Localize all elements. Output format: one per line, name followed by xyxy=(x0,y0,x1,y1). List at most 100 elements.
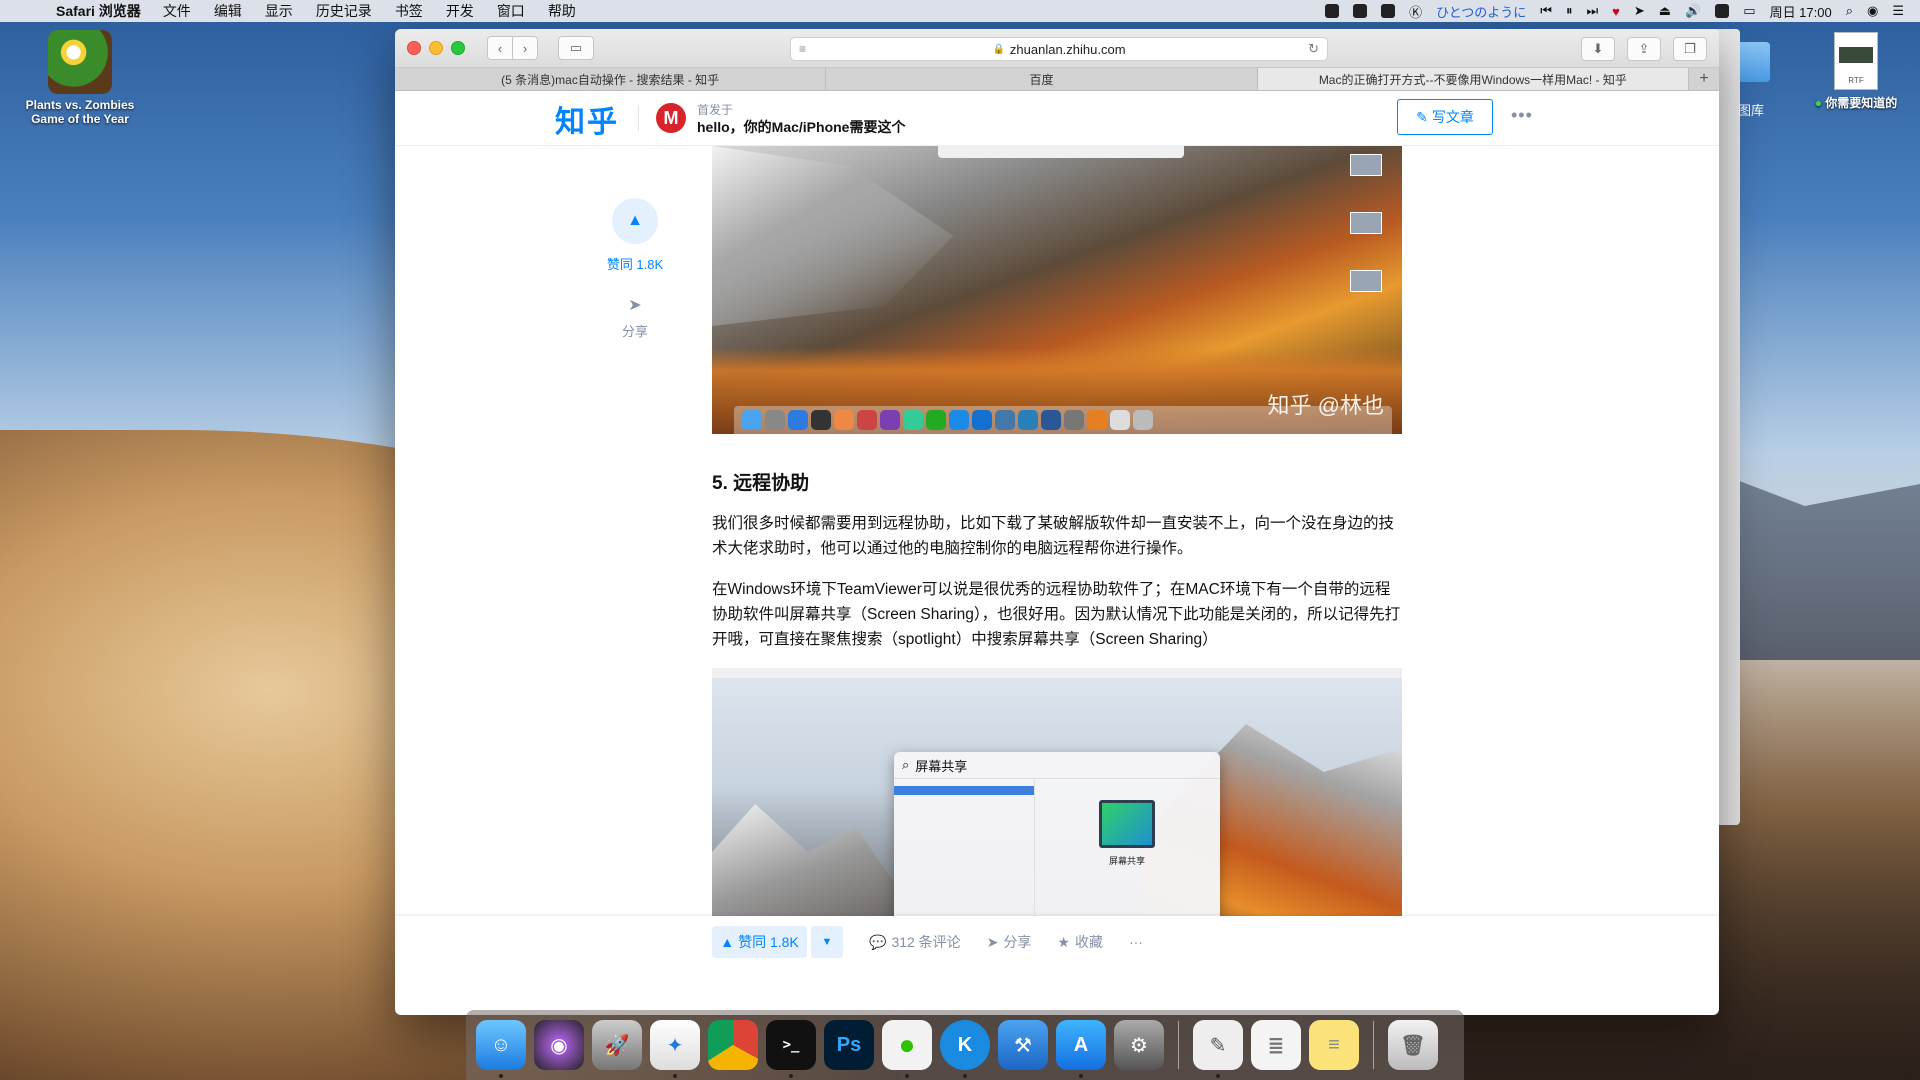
more-actions-button[interactable]: ··· xyxy=(1129,934,1143,950)
desktop-icon-pvz[interactable]: Plants vs. Zombies Game of the Year xyxy=(14,30,146,126)
pvz-label-line1: Plants vs. Zombies xyxy=(25,98,135,112)
spotlight-app-name: 屏幕共享 xyxy=(1108,856,1145,866)
share-icon: ➤ xyxy=(628,297,642,314)
sidebar-toggle-button[interactable]: ▭ xyxy=(558,36,594,60)
xcode-icon[interactable]: ⚒ xyxy=(998,1020,1048,1070)
heart-icon[interactable]: ♥ xyxy=(1612,4,1620,19)
app-store-icon[interactable]: A xyxy=(1056,1020,1106,1078)
notes-icon[interactable]: ≡ xyxy=(1309,1020,1359,1070)
reader-view-icon[interactable]: ≡ xyxy=(799,42,806,56)
siri-icon[interactable]: ◉ xyxy=(1867,3,1878,19)
safari-dock-icon[interactable]: ✦ xyxy=(650,1020,700,1078)
window-controls xyxy=(407,41,465,55)
k-app-icon[interactable]: K xyxy=(940,1020,990,1078)
tab-overview-button[interactable]: ❐ xyxy=(1673,37,1707,61)
siri-dock-icon[interactable]: ◉ xyxy=(534,1020,584,1070)
image-mini-dialog xyxy=(938,146,1184,158)
vote-up-button[interactable]: ▲ 赞同 1.8K xyxy=(712,926,807,958)
menu-bookmarks[interactable]: 书签 xyxy=(395,1,423,21)
menu-history[interactable]: 历史记录 xyxy=(316,1,372,21)
preview-icon[interactable]: ✎ xyxy=(1193,1020,1243,1078)
article-image-desktop[interactable]: 知乎 @林也 xyxy=(712,146,1402,434)
textedit-icon[interactable]: ≣ xyxy=(1251,1020,1301,1070)
notification-center-icon[interactable]: ☰ xyxy=(1892,3,1904,19)
dock-separator xyxy=(1178,1021,1179,1069)
next-track-icon[interactable]: ⏭ xyxy=(1586,3,1598,19)
wechat-icon[interactable]: ● xyxy=(882,1020,932,1078)
photoshop-icon[interactable]: Ps xyxy=(824,1020,874,1070)
chrome-icon[interactable] xyxy=(708,1020,758,1070)
eject-icon[interactable]: ⏏ xyxy=(1659,3,1671,19)
column-name[interactable]: hello，你的Mac/iPhone需要这个 xyxy=(697,117,905,137)
rtf-document-icon: RTF xyxy=(1834,32,1878,90)
forward-button[interactable]: › xyxy=(513,36,538,60)
menu-window[interactable]: 窗口 xyxy=(497,1,525,21)
spotlight-search-icon[interactable]: ⌕ xyxy=(1846,3,1853,19)
tray-k-icon[interactable]: Ⓚ xyxy=(1409,2,1422,21)
new-tab-button[interactable]: + xyxy=(1689,68,1719,90)
image-screenshot-thumbs xyxy=(1344,154,1388,328)
back-button[interactable]: ‹ xyxy=(487,36,513,60)
battery-icon[interactable]: ▭ xyxy=(1743,3,1755,19)
menu-tray: Ⓚ ひとつのように ⏮ ⏸ ⏭ ♥ ➤ ⏏ 🔊 ▭ 周日 17:00 ⌕ ◉ ☰ xyxy=(1325,2,1904,21)
image-watermark: 知乎 @林也 xyxy=(1267,393,1384,418)
url-text: zhuanlan.zhihu.com xyxy=(1009,41,1126,57)
comments-button[interactable]: 💬 312 条评论 xyxy=(869,932,961,952)
paragraph-2: 在Windows环境下TeamViewer可以说是很优秀的远程协助软件了；在MA… xyxy=(712,581,1401,648)
menu-edit[interactable]: 编辑 xyxy=(214,1,242,21)
trash-icon[interactable]: 🗑 xyxy=(1388,1020,1438,1070)
photos-label: 图库 xyxy=(1738,103,1765,118)
minimize-window-button[interactable] xyxy=(429,41,443,55)
share-page-button[interactable]: ⇪ xyxy=(1627,37,1661,61)
previous-track-icon[interactable]: ⏮ xyxy=(1540,3,1552,19)
menu-app-name[interactable]: Safari 浏览器 xyxy=(56,1,141,21)
menu-clock[interactable]: 周日 17:00 xyxy=(1770,2,1832,21)
menu-view[interactable]: 显示 xyxy=(265,1,293,21)
volume-icon[interactable]: 🔊 xyxy=(1685,3,1701,19)
comment-icon: 💬 xyxy=(869,933,887,950)
tray-now-playing[interactable]: ひとつのように xyxy=(1436,2,1526,21)
menu-file[interactable]: 文件 xyxy=(163,1,191,21)
spotlight-query: 屏幕共享 xyxy=(915,758,968,774)
tab-mac-article[interactable]: Mac的正确打开方式--不要像用Windows一样用Mac! - 知乎 xyxy=(1257,68,1689,90)
launchpad-icon[interactable]: 🚀 xyxy=(592,1020,642,1070)
tray-grid-icon[interactable] xyxy=(1381,4,1396,18)
dock-separator-2 xyxy=(1373,1021,1374,1069)
side-share-button[interactable]: ➤ 分享 xyxy=(592,295,678,340)
share-button[interactable]: ➤ 分享 xyxy=(987,932,1032,952)
tab-baidu[interactable]: 百度 xyxy=(826,68,1258,90)
reload-icon[interactable]: ↻ xyxy=(1308,41,1319,57)
header-divider xyxy=(638,105,639,131)
screen-sharing-app-icon xyxy=(1099,800,1155,848)
close-window-button[interactable] xyxy=(407,41,421,55)
tray-app-icon-1[interactable] xyxy=(1325,4,1340,18)
write-article-button[interactable]: ✎ 写文章 xyxy=(1397,99,1493,135)
pause-icon[interactable]: ⏸ xyxy=(1566,3,1573,19)
downloads-button[interactable]: ⬇ xyxy=(1581,37,1615,61)
column-avatar[interactable]: M xyxy=(656,103,686,133)
menu-develop[interactable]: 开发 xyxy=(446,1,474,21)
side-share-label: 分享 xyxy=(621,324,648,339)
upvote-button[interactable]: ▲ xyxy=(612,198,658,244)
zoom-window-button[interactable] xyxy=(451,41,465,55)
more-options-icon[interactable]: ••• xyxy=(1511,105,1533,126)
terminal-icon[interactable]: >_ xyxy=(766,1020,816,1078)
side-vote-count[interactable]: 赞同 1.8K xyxy=(592,254,678,273)
article-content: ▲ 赞同 1.8K ➤ 分享 知乎 @林也 5. 远程协助 我们很多时候都需要用… xyxy=(395,146,1719,968)
tab-zhihu-search[interactable]: (5 条消息)mac自动操作 - 搜索结果 - 知乎 xyxy=(395,68,827,90)
menu-help[interactable]: 帮助 xyxy=(548,1,576,21)
safari-window: ‹ › ▭ ≡ 🔒 zhuanlan.zhihu.com ↻ ⬇ ⇪ ❐ (5 … xyxy=(395,29,1719,1015)
vote-down-button[interactable]: ▼ xyxy=(811,926,843,958)
collect-button[interactable]: ★ 收藏 xyxy=(1057,932,1103,952)
star-icon: ★ xyxy=(1057,933,1070,950)
desktop-icon-rtf[interactable]: RTF ● 你需要知道的 xyxy=(1806,32,1906,111)
comments-label: 312 条评论 xyxy=(891,934,961,950)
finder-icon[interactable]: ☺ xyxy=(476,1020,526,1078)
send-icon[interactable]: ➤ xyxy=(1634,3,1645,19)
system-preferences-icon[interactable]: ⚙ xyxy=(1114,1020,1164,1070)
address-bar[interactable]: ≡ 🔒 zhuanlan.zhihu.com ↻ xyxy=(790,37,1328,61)
zhihu-logo[interactable]: 知乎 xyxy=(555,97,619,141)
tray-s-icon[interactable] xyxy=(1715,4,1730,18)
tray-mic-icon[interactable] xyxy=(1353,4,1368,18)
vote-up-label: 赞同 1.8K xyxy=(738,934,799,950)
